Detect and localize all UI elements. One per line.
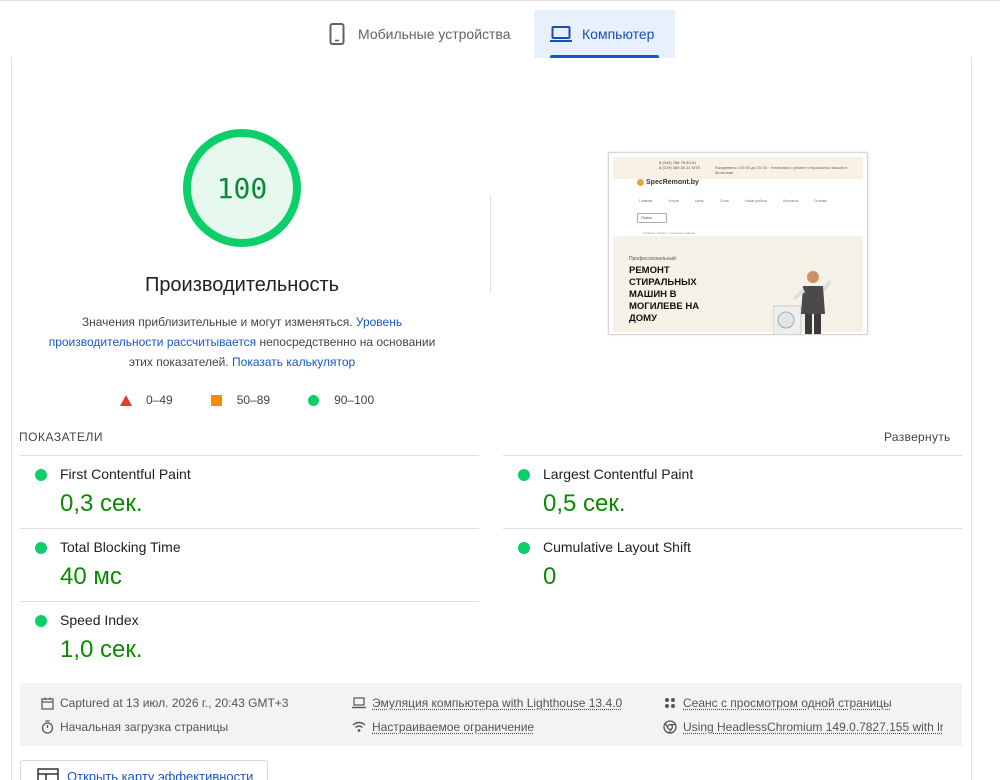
thumbnail-nav-item: Наши работы	[745, 199, 768, 203]
run-info-browser[interactable]: Using HeadlessChromium 149.0.7827.155 wi…	[663, 717, 943, 737]
thumbnail-nav-item: Главная	[639, 199, 653, 203]
metric-cumulative-layout-shift: Cumulative Layout Shift 0	[503, 528, 943, 600]
metric-value: 0,5 сек.	[543, 490, 626, 517]
thumbnail-hero: Профессиональный РЕМОНТ СТИРАЛЬНЫХ МАШИН…	[613, 236, 863, 334]
metric-name: First Contentful Paint	[60, 466, 191, 482]
pass-circle-icon	[35, 469, 47, 481]
metric-largest-contentful-paint: Largest Contentful Paint 0,5 сек.	[503, 455, 943, 527]
thumbnail-logo-text: SpecRemont.by	[646, 179, 699, 186]
thumbnail-pretitle: Профессиональный	[629, 256, 676, 262]
run-info-initial-load: Начальная загрузка страницы	[40, 717, 228, 737]
legend-range: 90–100	[334, 393, 375, 407]
expand-toggle[interactable]: Развернуть	[884, 430, 951, 444]
thumbnail-nav-item: Услуги	[668, 199, 680, 203]
metric-first-contentful-paint: First Contentful Paint 0,3 сек.	[20, 455, 460, 527]
laptop-icon	[550, 23, 572, 45]
square-icon	[210, 394, 222, 406]
performance-title: Производительность	[144, 274, 340, 296]
vertical-divider	[490, 196, 491, 292]
run-info-emulation[interactable]: Эмуляция компьютера with Lighthouse 13.4…	[352, 693, 622, 713]
pass-circle-icon	[35, 615, 47, 627]
view-treemap-button[interactable]: Открыть карту эффективности	[20, 760, 268, 780]
metric-name: Largest Contentful Paint	[543, 466, 694, 482]
pass-circle-icon	[35, 542, 47, 554]
emulation-text: Эмуляция компьютера with Lighthouse 13.4…	[372, 696, 623, 710]
smartphone-icon	[326, 23, 348, 45]
tab-mobile-label: Мобильные устройства	[358, 26, 511, 42]
throttling-text: Настраиваемое ограничение	[372, 720, 535, 734]
metric-value: 40 мс	[60, 563, 122, 590]
performance-description: Значения приблизительные и могут изменят…	[42, 312, 442, 372]
session-text: Сеанс с просмотром одной страницы	[683, 696, 892, 710]
captured-text: Captured at 13 июл. 2026 г., 20:43 GMT+3	[60, 696, 289, 710]
performance-score-value: 100	[216, 171, 268, 205]
metric-value: 0,3 сек.	[60, 490, 143, 517]
metric-value: 0	[543, 563, 557, 590]
pass-circle-icon	[518, 469, 530, 481]
run-info-session[interactable]: Сеанс с просмотром одной страницы	[663, 693, 892, 713]
thumbnail-logo: SpecRemont.by	[637, 179, 699, 186]
tab-mobile[interactable]: Мобильные устройства	[318, 10, 532, 58]
legend-range: 0–49	[146, 393, 173, 407]
thumbnail-search: Поиск	[637, 213, 667, 223]
laptop-icon	[352, 696, 366, 710]
legend-item-fail: 0–49	[120, 393, 173, 407]
metric-value: 1,0 сек.	[60, 636, 143, 663]
logo-icon	[637, 179, 644, 186]
metric-name: Total Blocking Time	[60, 539, 181, 555]
thumbnail-nav-item: Цены	[694, 199, 704, 203]
timer-icon	[40, 720, 54, 734]
metric-name: Speed Index	[60, 612, 139, 628]
thumbnail-headline: РЕМОНТ СТИРАЛЬНЫХ МАШИН В МОГИЛЕВЕ НА ДО…	[629, 265, 700, 324]
legend-range: 50–89	[236, 393, 271, 407]
treemap-button-label: Открыть карту эффективности	[67, 768, 254, 780]
triangle-icon	[120, 394, 132, 406]
run-info-captured: Captured at 13 июл. 2026 г., 20:43 GMT+3	[40, 693, 288, 713]
calendar-icon	[40, 696, 54, 710]
thumbnail-breadcrumb: Главная › Ремонт стиральных машин	[643, 231, 696, 235]
thumbnail-topbar: 8 (044) 788 78 83 A1 8 (029) 380-00-11 M…	[613, 157, 863, 179]
score-legend: 0–49 50–89 90–100	[120, 391, 374, 409]
wifi-icon	[352, 720, 366, 734]
metric-speed-index: Speed Index 1,0 сек.	[20, 601, 460, 673]
thumbnail-nav-item: Контакты	[783, 199, 799, 203]
initial-load-text: Начальная загрузка страницы	[60, 720, 229, 734]
repairman-image	[773, 271, 831, 334]
metrics-heading: ПОКАЗАТЕЛИ	[19, 430, 103, 444]
description-text: Значения приблизительные и могут изменят…	[81, 315, 356, 329]
metric-total-blocking-time: Total Blocking Time 40 мс	[20, 528, 460, 600]
users-icon	[663, 696, 677, 710]
chrome-icon	[663, 720, 677, 734]
run-info-panel: Captured at 13 июл. 2026 г., 20:43 GMT+3…	[20, 683, 962, 746]
device-tabs: Мобильные устройства Компьютер	[0, 0, 1000, 58]
thumbnail-nav: Главная Услуги Цены О нас Наши работы Ко…	[639, 199, 827, 203]
run-info-throttling[interactable]: Настраиваемое ограничение	[352, 717, 534, 737]
performance-score-gauge: 100	[182, 128, 302, 248]
legend-item-average: 50–89	[210, 393, 271, 407]
thumbnail-phone: 8 (029) 380-00-11 MTS	[659, 165, 701, 170]
final-screenshot-thumbnail[interactable]: 8 (044) 788 78 83 A1 8 (029) 380-00-11 M…	[608, 152, 868, 335]
thumbnail-phones: 8 (044) 788 78 83 A1 8 (029) 380-00-11 M…	[659, 160, 700, 170]
thumbnail-nav-item: Отзывы	[814, 199, 827, 203]
tab-desktop-label: Компьютер	[582, 26, 655, 42]
legend-item-pass: 90–100	[308, 393, 374, 407]
calculator-link[interactable]: Показать калькулятор	[232, 355, 355, 369]
circle-icon	[308, 394, 320, 406]
tab-desktop[interactable]: Компьютер	[534, 10, 675, 58]
pass-circle-icon	[518, 542, 530, 554]
thumbnail-nav-item: О нас	[719, 199, 730, 203]
browser-text: Using HeadlessChromium 149.0.7827.155 wi…	[683, 720, 943, 734]
treemap-icon	[37, 768, 59, 780]
metric-name: Cumulative Layout Shift	[543, 539, 691, 555]
thumbnail-note: Ежедневно с 09:00 до 20:00 · Установка и…	[715, 165, 848, 175]
